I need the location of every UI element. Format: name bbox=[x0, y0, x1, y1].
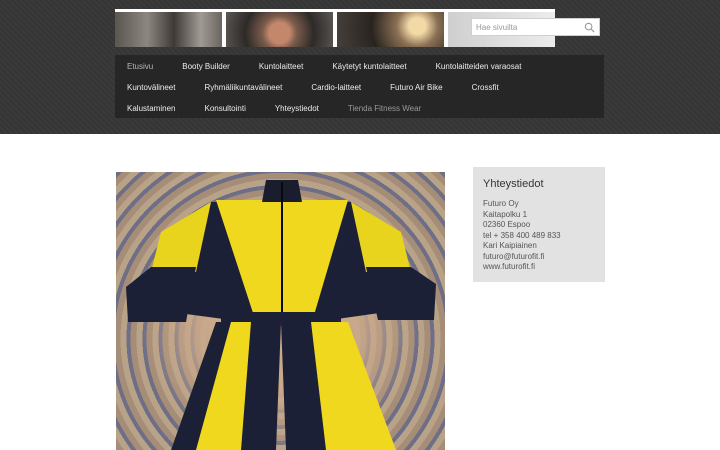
product-photo-tracksuit bbox=[116, 172, 445, 450]
tracksuit-illustration bbox=[126, 180, 436, 450]
banner-image-gym bbox=[337, 12, 444, 47]
nav-item-kuntolaitteet[interactable]: Kuntolaitteet bbox=[253, 60, 326, 81]
nav-item-futuro-air-bike[interactable]: Futuro Air Bike bbox=[384, 81, 465, 102]
nav-item-etusivu[interactable]: Etusivu bbox=[121, 60, 176, 81]
search-box[interactable] bbox=[471, 18, 600, 36]
contact-phone: tel + 358 400 489 833 bbox=[483, 230, 561, 240]
banner-image-dumbbells bbox=[115, 12, 222, 47]
contact-email[interactable]: futuro@futurofit.fi bbox=[483, 252, 595, 263]
contact-website[interactable]: www.futurofit.fi bbox=[483, 262, 595, 273]
nav-item-yhteystiedot[interactable]: Yhteystiedot bbox=[269, 102, 342, 123]
nav-item-konsultointi[interactable]: Konsultointi bbox=[198, 102, 268, 123]
nav-item-ryhmaliikuntavalineet[interactable]: Ryhmäliikuntavälineet bbox=[198, 81, 305, 102]
contact-company: Futuro Oy bbox=[483, 199, 519, 208]
nav-item-kuntovalineet[interactable]: Kuntovälineet bbox=[121, 81, 198, 102]
main-navigation: Etusivu Booty Builder Kuntolaitteet Käyt… bbox=[115, 55, 604, 118]
nav-item-kuntolaitteiden-varaosat[interactable]: Kuntolaitteiden varaosat bbox=[430, 60, 545, 81]
sidebar-title: Yhteystiedot bbox=[483, 178, 544, 190]
contact-street: Kaitapolku 1 bbox=[483, 209, 528, 219]
banner-image-athlete bbox=[226, 12, 333, 47]
contact-sidebar: Yhteystiedot Futuro Oy Kaitapolku 1 0236… bbox=[473, 167, 605, 282]
contact-postal: 02360 Espoo bbox=[483, 220, 531, 229]
search-icon[interactable] bbox=[584, 22, 595, 33]
contact-person: Kari Kaipiainen bbox=[483, 241, 537, 250]
nav-item-cardio-laitteet[interactable]: Cardio-laitteet bbox=[305, 81, 384, 102]
nav-item-kaytetyt-kuntolaitteet[interactable]: Käytetyt kuntolaitteet bbox=[326, 60, 429, 81]
nav-item-tienda-fitness-wear[interactable]: Tienda Fitness Wear bbox=[342, 102, 444, 123]
nav-item-crossfit[interactable]: Crossfit bbox=[466, 81, 522, 102]
search-input[interactable] bbox=[476, 20, 580, 34]
nav-item-booty-builder[interactable]: Booty Builder bbox=[176, 60, 253, 81]
nav-item-kalustaminen[interactable]: Kalustaminen bbox=[121, 102, 198, 123]
